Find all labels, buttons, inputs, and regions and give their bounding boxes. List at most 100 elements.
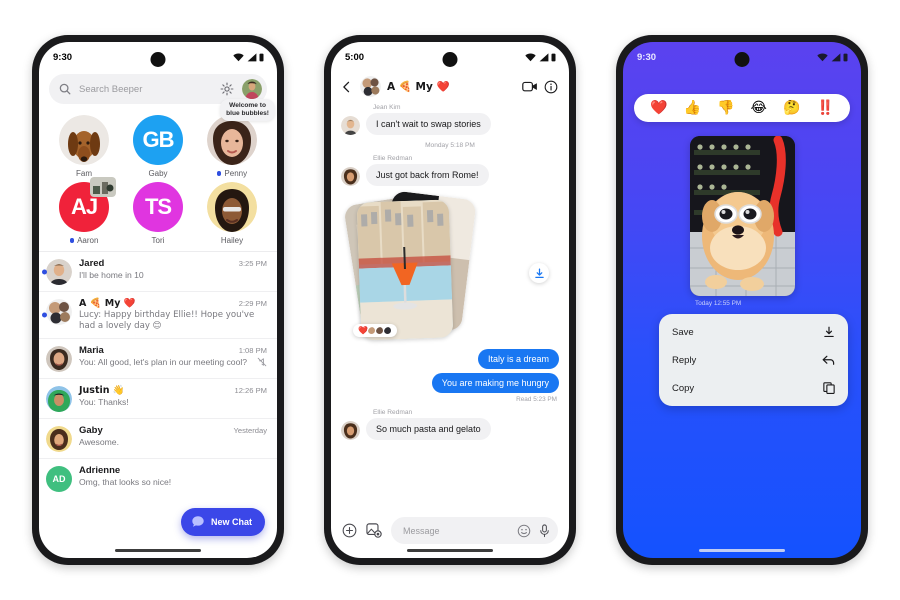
table-row[interactable]: Jared 3:25 PM I'll be home in 10 [39,252,277,292]
row-body: Maria 1:08 PM You: All good, let's plan … [79,345,267,368]
reaction-exclamation-icon[interactable]: ‼️ [816,100,833,116]
avatar: GB [133,115,183,165]
battery-icon [259,53,264,61]
gallery-icon[interactable] [366,523,382,538]
menu-label: Reply [672,354,697,366]
message-composer: Message [331,517,569,544]
chat-time: 1:08 PM [238,346,267,356]
message-outgoing[interactable]: Italy is a dream [477,349,559,369]
conversation-header: A 🍕 My ❤️ [331,72,569,104]
row-body: Jared 3:25 PM I'll be home in 10 [79,258,267,281]
message-incoming[interactable]: Just got back from Rome! [341,164,559,186]
new-chat-button[interactable]: New Chat [180,508,265,536]
inbox-screen: 9:30 Search Beeper Fam GB Gaby Welcome t… [39,42,277,558]
avatar-initials: AJ [70,194,98,219]
message-sender: Ellie Redman [373,155,413,162]
avatar [341,421,360,440]
wifi-icon [525,53,536,61]
table-row[interactable]: A 🍕 My ❤️ 2:29 PM Lucy: Happy birthday E… [39,292,277,340]
media-photo[interactable] [689,136,795,296]
media-timestamp: Today 12:55 PM [695,300,742,307]
avatar [46,426,72,453]
download-button[interactable] [529,263,549,283]
camera-punch-hole [150,52,166,67]
favorite-label: Gaby [148,169,167,178]
attachment-thumbnail [90,177,116,197]
chat-time: 2:29 PM [238,299,267,308]
reaction-thinking-icon[interactable]: 🤔 [783,100,800,116]
chat-preview: I'll be home in 10 [79,270,144,280]
avatar [46,259,72,285]
gear-icon[interactable] [220,82,234,96]
favorite-tori[interactable]: TS Tori [121,182,195,245]
avatar: TS [133,182,183,232]
message-incoming[interactable]: I can't wait to swap stories [341,113,559,135]
row-header: Gaby Yesterday [79,425,267,436]
photo-front [356,199,454,341]
menu-item-reply[interactable]: Reply [659,346,848,374]
row-body: A 🍕 My ❤️ 2:29 PM Lucy: Happy birthday E… [79,298,267,332]
favorite-penny[interactable]: Welcome to blue bubbles! Penny [195,99,275,178]
microphone-icon[interactable] [538,523,551,538]
preview-text: You: All good, let's plan in our meeting… [79,357,248,368]
video-call-icon[interactable] [522,80,538,93]
reaction-thumbsdown-icon[interactable]: 👎 [717,100,734,116]
avatar [341,116,360,135]
profile-avatar[interactable] [242,79,262,99]
label-text: Tori [151,236,165,245]
emoji-icon[interactable] [517,524,531,538]
table-row[interactable]: Justin 👋 12:26 PM You: Thanks! [39,379,277,420]
table-row[interactable]: Gaby Yesterday Awesome. [39,419,277,460]
camera-punch-hole [442,52,458,67]
photo-attachment-stack[interactable]: ❤️ [343,190,559,343]
group-avatar [46,299,72,325]
message-outgoing[interactable]: You are making me hungry [431,373,559,393]
chat-list: Jared 3:25 PM I'll be home in 10 A 🍕 My … [39,251,277,499]
row-body: Adrienne Omg, that looks so nice! [79,465,267,488]
reaction-laugh-icon[interactable]: 😂 [751,100,767,116]
favorite-label: Tori [152,236,165,245]
favorite-hailey[interactable]: Hailey [195,182,269,245]
phone-media-menu: 9:30 ❤️ 👍 👎 😂 🤔 ‼️ Today 12:55 PM Save R… [616,35,868,565]
reaction-chip[interactable]: ❤️ [353,324,397,337]
search-icon [59,83,71,95]
search-input[interactable]: Search Beeper [79,84,212,95]
favorite-gaby[interactable]: GB Gaby [121,115,195,178]
screenshot-stage: 9:30 Search Beeper Fam GB Gaby Welcome t… [0,0,900,600]
table-row[interactable]: Maria 1:08 PM You: All good, let's plan … [39,339,277,380]
reply-arrow-icon [822,355,835,365]
plus-circle-icon[interactable] [342,523,357,538]
favorite-fam[interactable]: Fam [47,115,121,178]
menu-item-save[interactable]: Save [659,318,848,346]
info-icon[interactable] [544,80,558,94]
chat-name: Gaby [79,425,103,437]
status-time: 5:00 [345,51,365,63]
chat-time: Yesterday [233,426,268,436]
table-row[interactable]: AD Adrienne Omg, that looks so nice! [39,459,277,499]
home-indicator [115,548,201,552]
mute-icon [257,358,267,367]
favorite-aaron[interactable]: AJ Aaron [47,177,121,245]
message-area: Jean Kim I can't wait to swap stories Mo… [331,104,569,440]
reaction-heart-icon[interactable]: ❤️ [650,100,667,116]
message-incoming[interactable]: So much pasta and gelato [341,418,559,440]
wifi-icon [817,53,828,61]
row-body: Justin 👋 12:26 PM You: Thanks! [79,385,267,408]
message-input[interactable]: Message [391,517,558,544]
fab-label: New Chat [210,517,252,527]
row-header: Maria 1:08 PM [79,345,267,356]
chat-preview: Awesome. [79,437,119,448]
media-screen: 9:30 ❤️ 👍 👎 😂 🤔 ‼️ Today 12:55 PM Save R… [623,42,861,558]
group-avatar[interactable] [360,76,381,97]
back-arrow-icon[interactable] [340,80,354,94]
label-text: Aaron [77,236,99,245]
menu-item-copy[interactable]: Copy [659,374,848,402]
reaction-thumbsup-icon[interactable]: 👍 [684,100,701,116]
avatar: AD [46,466,72,493]
status-icons [525,52,556,62]
status-icons [817,52,848,62]
avatar [207,115,257,165]
label-text: Fam [76,169,92,178]
menu-label: Save [672,326,694,338]
copy-icon [823,382,835,394]
